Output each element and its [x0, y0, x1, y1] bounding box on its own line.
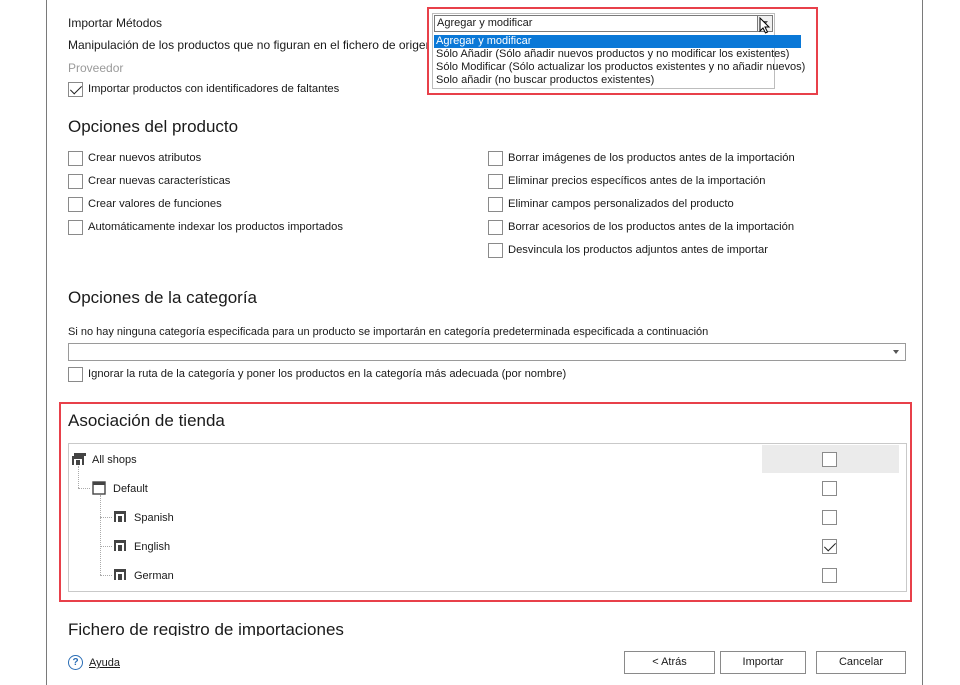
footer-bar: ? Ayuda < Atrás Importar Cancelar [47, 636, 922, 685]
ignore-category-path-checkbox[interactable] [68, 367, 83, 382]
import-method-highlight [427, 7, 818, 95]
log-section-clip: Fichero de registro de importaciones [47, 614, 922, 636]
option-delete-accessories[interactable]: Borrar acesorios de los productos antes … [488, 220, 828, 236]
option-label: Crear valores de funciones [88, 198, 222, 210]
auto-index-checkbox[interactable] [68, 220, 83, 235]
back-button[interactable]: < Atrás [624, 651, 715, 674]
cancel-button[interactable]: Cancelar [816, 651, 906, 674]
option-create-feature-values[interactable]: Crear valores de funciones [68, 197, 368, 213]
create-feature-values-checkbox[interactable] [68, 197, 83, 212]
help-icon[interactable]: ? [68, 655, 83, 670]
option-label: Eliminar campos personalizados del produ… [508, 198, 734, 210]
option-create-features[interactable]: Crear nuevas características [68, 174, 368, 190]
option-label: Desvincula los productos adjuntos antes … [508, 244, 768, 256]
product-options-title: Opciones del producto [68, 117, 239, 136]
store-association-highlight [59, 402, 912, 602]
option-delete-specific-prices[interactable]: Eliminar precios específicos antes de la… [488, 174, 828, 190]
delete-custom-fields-checkbox[interactable] [488, 197, 503, 212]
log-file-title: Fichero de registro de importaciones [68, 620, 344, 636]
unlink-attachments-checkbox[interactable] [488, 243, 503, 258]
create-attributes-checkbox[interactable] [68, 151, 83, 166]
option-label: Ignorar la ruta de la categoría y poner … [88, 368, 567, 380]
option-auto-index[interactable]: Automáticamente indexar los productos im… [68, 220, 368, 236]
option-label: Borrar acesorios de los productos antes … [508, 221, 795, 233]
missing-products-label: Manipulación de los productos que no fig… [68, 38, 428, 52]
option-unlink-attachments[interactable]: Desvincula los productos adjuntos antes … [488, 243, 828, 259]
import-missing-ids-checkbox[interactable] [68, 82, 83, 97]
category-options-title: Opciones de la categoría [68, 288, 258, 307]
default-category-select[interactable] [68, 343, 906, 361]
help-link[interactable]: Ayuda [89, 657, 120, 669]
option-label: Eliminar precios específicos antes de la… [508, 175, 766, 187]
option-create-attributes[interactable]: Crear nuevos atributos [68, 151, 368, 167]
option-label: Crear nuevas características [88, 175, 231, 187]
import-button[interactable]: Importar [720, 651, 806, 674]
delete-specific-prices-checkbox[interactable] [488, 174, 503, 189]
option-ignore-category-path[interactable]: Ignorar la ruta de la categoría y poner … [68, 367, 568, 383]
supplier-label: Proveedor [68, 61, 124, 75]
default-category-description: Si no hay ninguna categoría especificada… [68, 326, 709, 338]
delete-accessories-checkbox[interactable] [488, 220, 503, 235]
import-missing-ids-option[interactable]: Importar productos con identificadores d… [68, 82, 398, 98]
import-missing-ids-label: Importar productos con identificadores d… [88, 83, 340, 95]
chevron-down-icon [893, 350, 899, 354]
create-features-checkbox[interactable] [68, 174, 83, 189]
import-methods-label: Importar Métodos [68, 16, 163, 30]
option-label: Borrar imágenes de los productos antes d… [508, 152, 795, 164]
option-label: Crear nuevos atributos [88, 152, 202, 164]
delete-images-checkbox[interactable] [488, 151, 503, 166]
import-wizard-window: Importar Métodos Manipulación de los pro… [46, 0, 923, 685]
option-label: Automáticamente indexar los productos im… [88, 221, 343, 233]
option-delete-images[interactable]: Borrar imágenes de los productos antes d… [488, 151, 828, 167]
option-delete-custom-fields[interactable]: Eliminar campos personalizados del produ… [488, 197, 828, 213]
